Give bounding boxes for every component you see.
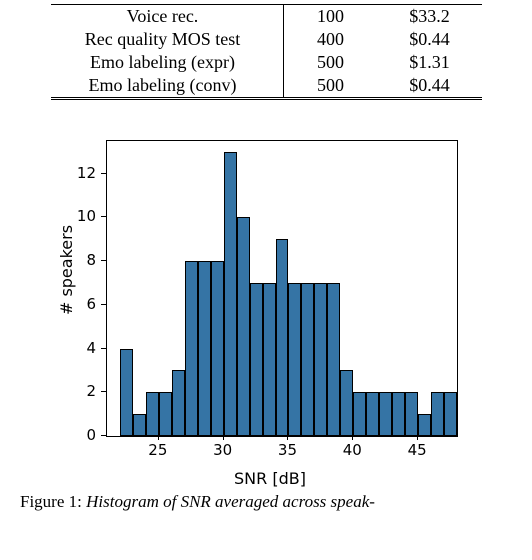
data-table: Voice rec.100$33.2Rec quality MOS test40… [51, 4, 482, 100]
figure-caption: Figure 1: Histogram of SNR averaged acro… [20, 492, 532, 512]
histogram-bar [263, 283, 276, 436]
y-tick-label: 4 [66, 339, 96, 357]
histogram-bar [198, 261, 211, 436]
histogram-bar [211, 261, 224, 436]
caption-text: Histogram of SNR averaged across speak- [86, 492, 375, 511]
histogram-bar [288, 283, 301, 436]
histogram-bar [224, 152, 237, 436]
histogram-bar [353, 392, 366, 436]
histogram-bar [314, 283, 327, 436]
chart-plot-area [106, 140, 458, 437]
x-tick-mark [352, 435, 353, 440]
y-tick-mark [101, 173, 106, 174]
row-value-2: $0.44 [378, 74, 482, 99]
x-tick-label: 25 [148, 441, 167, 459]
histogram-bar [133, 414, 146, 436]
x-tick-mark [417, 435, 418, 440]
x-tick-mark [223, 435, 224, 440]
y-tick-label: 6 [66, 295, 96, 313]
histogram-bar [250, 283, 263, 436]
y-tick-label: 8 [66, 251, 96, 269]
y-tick-mark [101, 216, 106, 217]
histogram-bar [120, 349, 133, 436]
y-tick-label: 2 [66, 382, 96, 400]
histogram-bar [340, 370, 353, 436]
histogram-bar [444, 392, 457, 436]
y-tick-label: 12 [66, 164, 96, 182]
row-value-1: 100 [283, 5, 378, 29]
x-tick-label: 45 [408, 441, 427, 459]
row-value-1: 500 [283, 51, 378, 74]
table-row: Emo labeling (expr)500$1.31 [51, 51, 482, 74]
x-tick-label: 35 [278, 441, 297, 459]
row-label: Emo labeling (conv) [51, 74, 284, 99]
x-axis-label: SNR [dB] [234, 469, 306, 488]
histogram-bar [392, 392, 405, 436]
row-label: Emo labeling (expr) [51, 51, 284, 74]
x-tick-mark [287, 435, 288, 440]
histogram-bar [159, 392, 172, 436]
y-tick-label: 0 [66, 426, 96, 444]
table-row: Emo labeling (conv)500$0.44 [51, 74, 482, 99]
row-value-2: $0.44 [378, 28, 482, 51]
y-tick-mark [101, 348, 106, 349]
row-label: Rec quality MOS test [51, 28, 284, 51]
figure-number: Figure 1: [20, 492, 86, 511]
histogram-bar [172, 370, 185, 436]
histogram-bar [276, 239, 289, 436]
histogram-bar [366, 392, 379, 436]
histogram-bar [418, 414, 431, 436]
histogram-bar [379, 392, 392, 436]
table-row: Rec quality MOS test400$0.44 [51, 28, 482, 51]
x-tick-mark [158, 435, 159, 440]
y-tick-mark [101, 260, 106, 261]
y-tick-mark [101, 304, 106, 305]
y-tick-mark [101, 435, 106, 436]
y-tick-mark [101, 391, 106, 392]
row-label: Voice rec. [51, 5, 284, 29]
row-value-1: 400 [283, 28, 378, 51]
x-tick-label: 40 [343, 441, 362, 459]
histogram-bar [301, 283, 314, 436]
x-tick-label: 30 [213, 441, 232, 459]
histogram-bar [327, 283, 340, 436]
row-value-2: $33.2 [378, 5, 482, 29]
histogram-bar [237, 217, 250, 436]
histogram-chart: # speakers 024681012 2530354045 SNR [dB] [50, 130, 490, 490]
histogram-bar [185, 261, 198, 436]
histogram-bar [405, 392, 418, 436]
histogram-bar [146, 392, 159, 436]
histogram-bar [431, 392, 444, 436]
row-value-2: $1.31 [378, 51, 482, 74]
y-tick-label: 10 [66, 207, 96, 225]
table-row: Voice rec.100$33.2 [51, 5, 482, 29]
row-value-1: 500 [283, 74, 378, 99]
